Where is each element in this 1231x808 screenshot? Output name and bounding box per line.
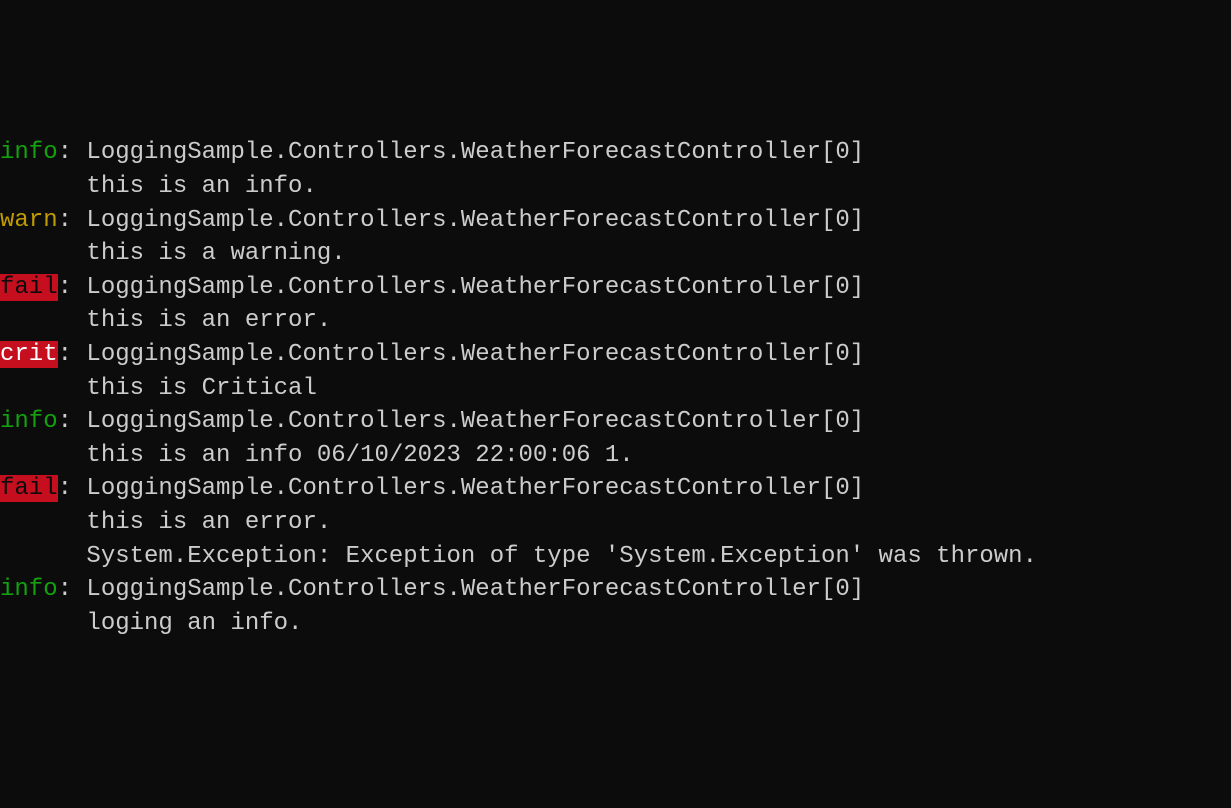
log-separator: :: [58, 139, 87, 166]
log-indent: [0, 240, 86, 267]
log-message: this is an error.: [86, 509, 331, 536]
terminal-output: info: LoggingSample.Controllers.WeatherF…: [0, 136, 1231, 640]
log-level-info: info: [0, 139, 58, 166]
log-entry-header: info: LoggingSample.Controllers.WeatherF…: [0, 573, 1231, 607]
log-indent: [0, 442, 86, 469]
log-level-crit: crit: [0, 341, 58, 368]
log-entry-header: info: LoggingSample.Controllers.WeatherF…: [0, 136, 1231, 170]
log-level-info: info: [0, 576, 58, 603]
log-level-fail: fail: [0, 475, 58, 502]
log-separator: :: [58, 408, 87, 435]
log-level-fail: fail: [0, 274, 58, 301]
log-separator: :: [58, 475, 87, 502]
log-message-line: this is an error.: [0, 506, 1231, 540]
log-indent: [0, 173, 86, 200]
log-indent: [0, 610, 86, 637]
log-entry-header: fail: LoggingSample.Controllers.WeatherF…: [0, 472, 1231, 506]
log-message: System.Exception: Exception of type 'Sys…: [86, 543, 1037, 570]
log-level-warn: warn: [0, 207, 58, 234]
log-separator: :: [58, 341, 87, 368]
log-message: this is an error.: [86, 307, 331, 334]
log-source: LoggingSample.Controllers.WeatherForecas…: [86, 207, 864, 234]
log-indent: [0, 307, 86, 334]
log-separator: :: [58, 576, 87, 603]
log-source: LoggingSample.Controllers.WeatherForecas…: [86, 576, 864, 603]
log-message: this is a warning.: [86, 240, 345, 267]
log-indent: [0, 543, 86, 570]
log-message-line: System.Exception: Exception of type 'Sys…: [0, 540, 1231, 574]
log-message: loging an info.: [86, 610, 302, 637]
log-source: LoggingSample.Controllers.WeatherForecas…: [86, 139, 864, 166]
log-source: LoggingSample.Controllers.WeatherForecas…: [86, 475, 864, 502]
log-message: this is Critical: [86, 375, 316, 402]
log-message-line: this is an info 06/10/2023 22:00:06 1.: [0, 439, 1231, 473]
log-message: this is an info.: [86, 173, 316, 200]
log-entry-header: warn: LoggingSample.Controllers.WeatherF…: [0, 204, 1231, 238]
log-separator: :: [58, 274, 87, 301]
log-entry-header: info: LoggingSample.Controllers.WeatherF…: [0, 405, 1231, 439]
log-entry-header: crit: LoggingSample.Controllers.WeatherF…: [0, 338, 1231, 372]
log-message-line: this is Critical: [0, 372, 1231, 406]
log-level-info: info: [0, 408, 58, 435]
log-entry-header: fail: LoggingSample.Controllers.WeatherF…: [0, 271, 1231, 305]
log-message-line: loging an info.: [0, 607, 1231, 641]
log-source: LoggingSample.Controllers.WeatherForecas…: [86, 408, 864, 435]
log-indent: [0, 509, 86, 536]
log-message-line: this is a warning.: [0, 237, 1231, 271]
log-separator: :: [58, 207, 87, 234]
log-source: LoggingSample.Controllers.WeatherForecas…: [86, 341, 864, 368]
log-source: LoggingSample.Controllers.WeatherForecas…: [86, 274, 864, 301]
log-indent: [0, 375, 86, 402]
log-message: this is an info 06/10/2023 22:00:06 1.: [86, 442, 633, 469]
log-message-line: this is an error.: [0, 304, 1231, 338]
log-message-line: this is an info.: [0, 170, 1231, 204]
